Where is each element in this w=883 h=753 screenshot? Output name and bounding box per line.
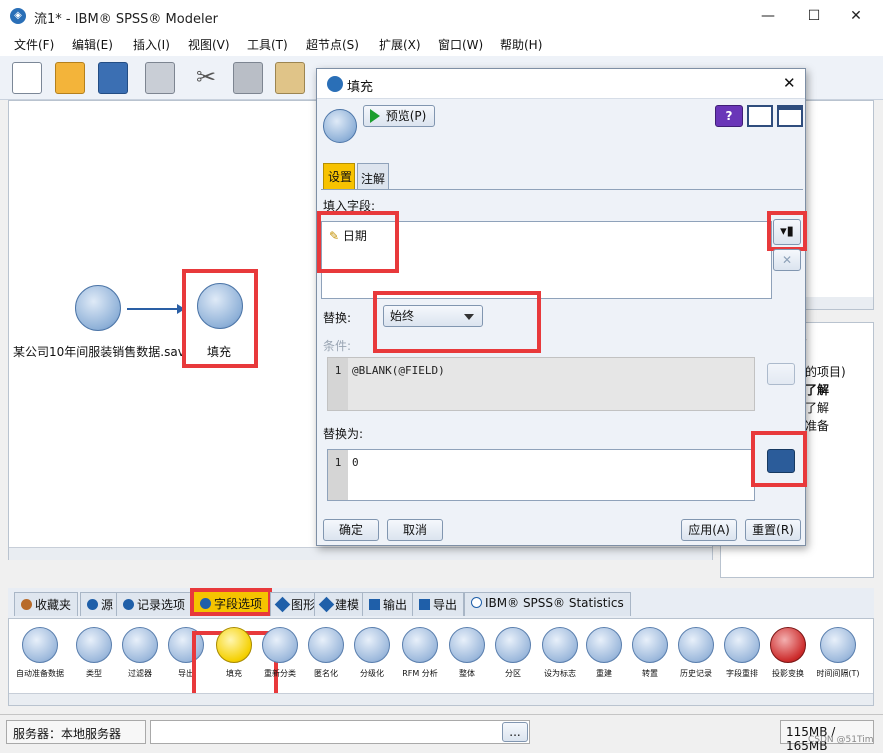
palette-tab-spss-statistics[interactable]: IBM® SPSS® Statistics (464, 592, 631, 616)
palette-tab-field-ops[interactable]: 字段选项 (190, 588, 273, 616)
menu-edit[interactable]: 编辑(E) (72, 36, 113, 53)
source-node-label: 某公司10年间服装销售数据.sav (13, 345, 185, 359)
palette-tab-modeling[interactable]: 建模 (314, 592, 367, 616)
filler-dialog: 填充 ✕ 预览(P) ? 设置 注解 填入字段: ✎ 日期 ▾▮ ✕ 替换: 始… (316, 68, 807, 546)
condition-expression-builder-button[interactable] (767, 363, 795, 385)
menu-view[interactable]: 视图(V) (188, 36, 230, 53)
palette-node-binning[interactable]: 分级化 (345, 627, 399, 679)
source-file-node-icon[interactable] (75, 285, 121, 331)
condition-editor[interactable]: 1 @BLANK(@FIELD) (327, 357, 755, 411)
palette-tab-sources[interactable]: 源 (80, 592, 121, 616)
project-line-3: 了解 (805, 401, 830, 415)
connection-arrow (127, 304, 185, 314)
print-icon[interactable] (145, 62, 175, 94)
maximize-button[interactable]: ☐ (791, 0, 837, 32)
preview-button[interactable]: 预览(P) (363, 105, 435, 127)
tab-settings[interactable]: 设置 (323, 163, 355, 189)
dialog-maximize-button[interactable] (777, 105, 803, 127)
watermark: CSDN @51Tim (808, 735, 874, 745)
palette-node-partition[interactable]: 分区 (486, 627, 540, 679)
palette-tab-record-ops[interactable]: 记录选项 (116, 592, 193, 616)
status-more-button[interactable]: ... (502, 722, 528, 742)
status-message-field (150, 720, 530, 744)
replace-with-code: 0 (352, 456, 359, 469)
dialog-close-button[interactable]: ✕ (783, 74, 796, 92)
palette-node-reprojection[interactable]: 投影变换 (761, 627, 815, 679)
replace-with-editor[interactable]: 1 0 (327, 449, 755, 501)
project-line-1: 的项目) (805, 365, 846, 379)
menu-insert[interactable]: 插入(I) (133, 36, 170, 53)
project-line-4: 准备 (805, 419, 830, 433)
replace-with-line-number: 1 (328, 450, 348, 500)
copy-icon[interactable] (233, 62, 263, 94)
spss-app-icon: ◈ (10, 8, 26, 24)
play-icon (370, 109, 380, 123)
chevron-down-icon (464, 314, 474, 320)
cancel-button[interactable]: 取消 (387, 519, 443, 541)
minimize-button[interactable]: — (745, 0, 791, 32)
palette-node-time-intervals[interactable]: 时间间隔(T) (811, 627, 865, 679)
node-palette: 自动准备数据 类型 过滤器 导出 填充 重新分类 匿名化 分级化 RFM 分析 … (8, 618, 874, 706)
remove-field-button[interactable]: ✕ (773, 249, 801, 271)
palette-scrollbar[interactable] (9, 693, 873, 705)
replace-with-label: 替换为: (323, 427, 364, 441)
palette-node-rfm-analysis[interactable]: RFM 分析 (393, 627, 447, 679)
new-file-icon[interactable] (12, 62, 42, 94)
filler-node-label: 填充 (207, 345, 232, 359)
replace-expression-builder-button[interactable] (767, 449, 795, 473)
menu-bar: 文件(F) 编辑(E) 插入(I) 视图(V) 工具(T) 超节点(S) 扩展(… (0, 32, 883, 56)
ruler-icon: ✎ (329, 229, 340, 243)
replace-dropdown[interactable]: 始终 (383, 305, 483, 327)
save-icon[interactable] (98, 62, 128, 94)
menu-help[interactable]: 帮助(H) (500, 36, 542, 53)
condition-line-number: 1 (328, 358, 348, 410)
field-picker-button[interactable]: ▾▮ (773, 219, 801, 245)
condition-code: @BLANK(@FIELD) (352, 364, 445, 377)
dialog-app-icon (327, 76, 343, 92)
dialog-title: 填充 (347, 80, 374, 95)
close-button[interactable]: ✕ (833, 0, 879, 32)
dialog-filler-node-icon (323, 109, 357, 143)
window-title: 流1* - IBM® SPSS® Modeler (34, 12, 218, 27)
ok-button[interactable]: 确定 (323, 519, 379, 541)
apply-button[interactable]: 应用(A) (681, 519, 737, 541)
window-titlebar: ◈ 流1* - IBM® SPSS® Modeler — ☐ ✕ (0, 0, 883, 32)
cut-icon[interactable]: ✂ (191, 62, 221, 94)
tab-annotations[interactable]: 注解 (357, 163, 389, 189)
paste-icon[interactable] (275, 62, 305, 94)
menu-extensions[interactable]: 扩展(X) (379, 36, 421, 53)
canvas-horizontal-scrollbar[interactable] (9, 547, 712, 560)
menu-file[interactable]: 文件(F) (14, 36, 54, 53)
palette-node-auto-data-prep[interactable]: 自动准备数据 (13, 627, 67, 679)
menu-tools[interactable]: 工具(T) (247, 36, 288, 53)
server-status[interactable]: 服务器：本地服务器 (6, 720, 146, 744)
fill-field-item[interactable]: ✎ 日期 (329, 227, 367, 244)
status-bar: 服务器：本地服务器 ... 115MB / 165MB CSDN @51Tim (0, 714, 883, 753)
filler-node-icon[interactable] (197, 283, 243, 329)
palette-tab-export[interactable]: 导出 (412, 592, 465, 616)
open-folder-icon[interactable] (55, 62, 85, 94)
palette-tab-bar: 收藏夹 源 记录选项 字段选项 图形 建模 输出 导出 IBM® SPSS® S… (8, 588, 874, 618)
help-button[interactable]: ? (715, 105, 743, 127)
project-line-2: 了解 (805, 383, 830, 397)
replace-label: 替换: (323, 311, 352, 325)
tab-divider (321, 189, 803, 190)
dialog-minimize-button[interactable] (747, 105, 773, 127)
menu-supernode[interactable]: 超节点(S) (306, 36, 359, 53)
reset-button[interactable]: 重置(R) (745, 519, 801, 541)
menu-window[interactable]: 窗口(W) (438, 36, 483, 53)
condition-label: 条件: (323, 339, 352, 353)
palette-tab-favorites[interactable]: 收藏夹 (14, 592, 79, 616)
palette-tab-output[interactable]: 输出 (362, 592, 415, 616)
dialog-titlebar: 填充 ✕ (317, 69, 805, 99)
